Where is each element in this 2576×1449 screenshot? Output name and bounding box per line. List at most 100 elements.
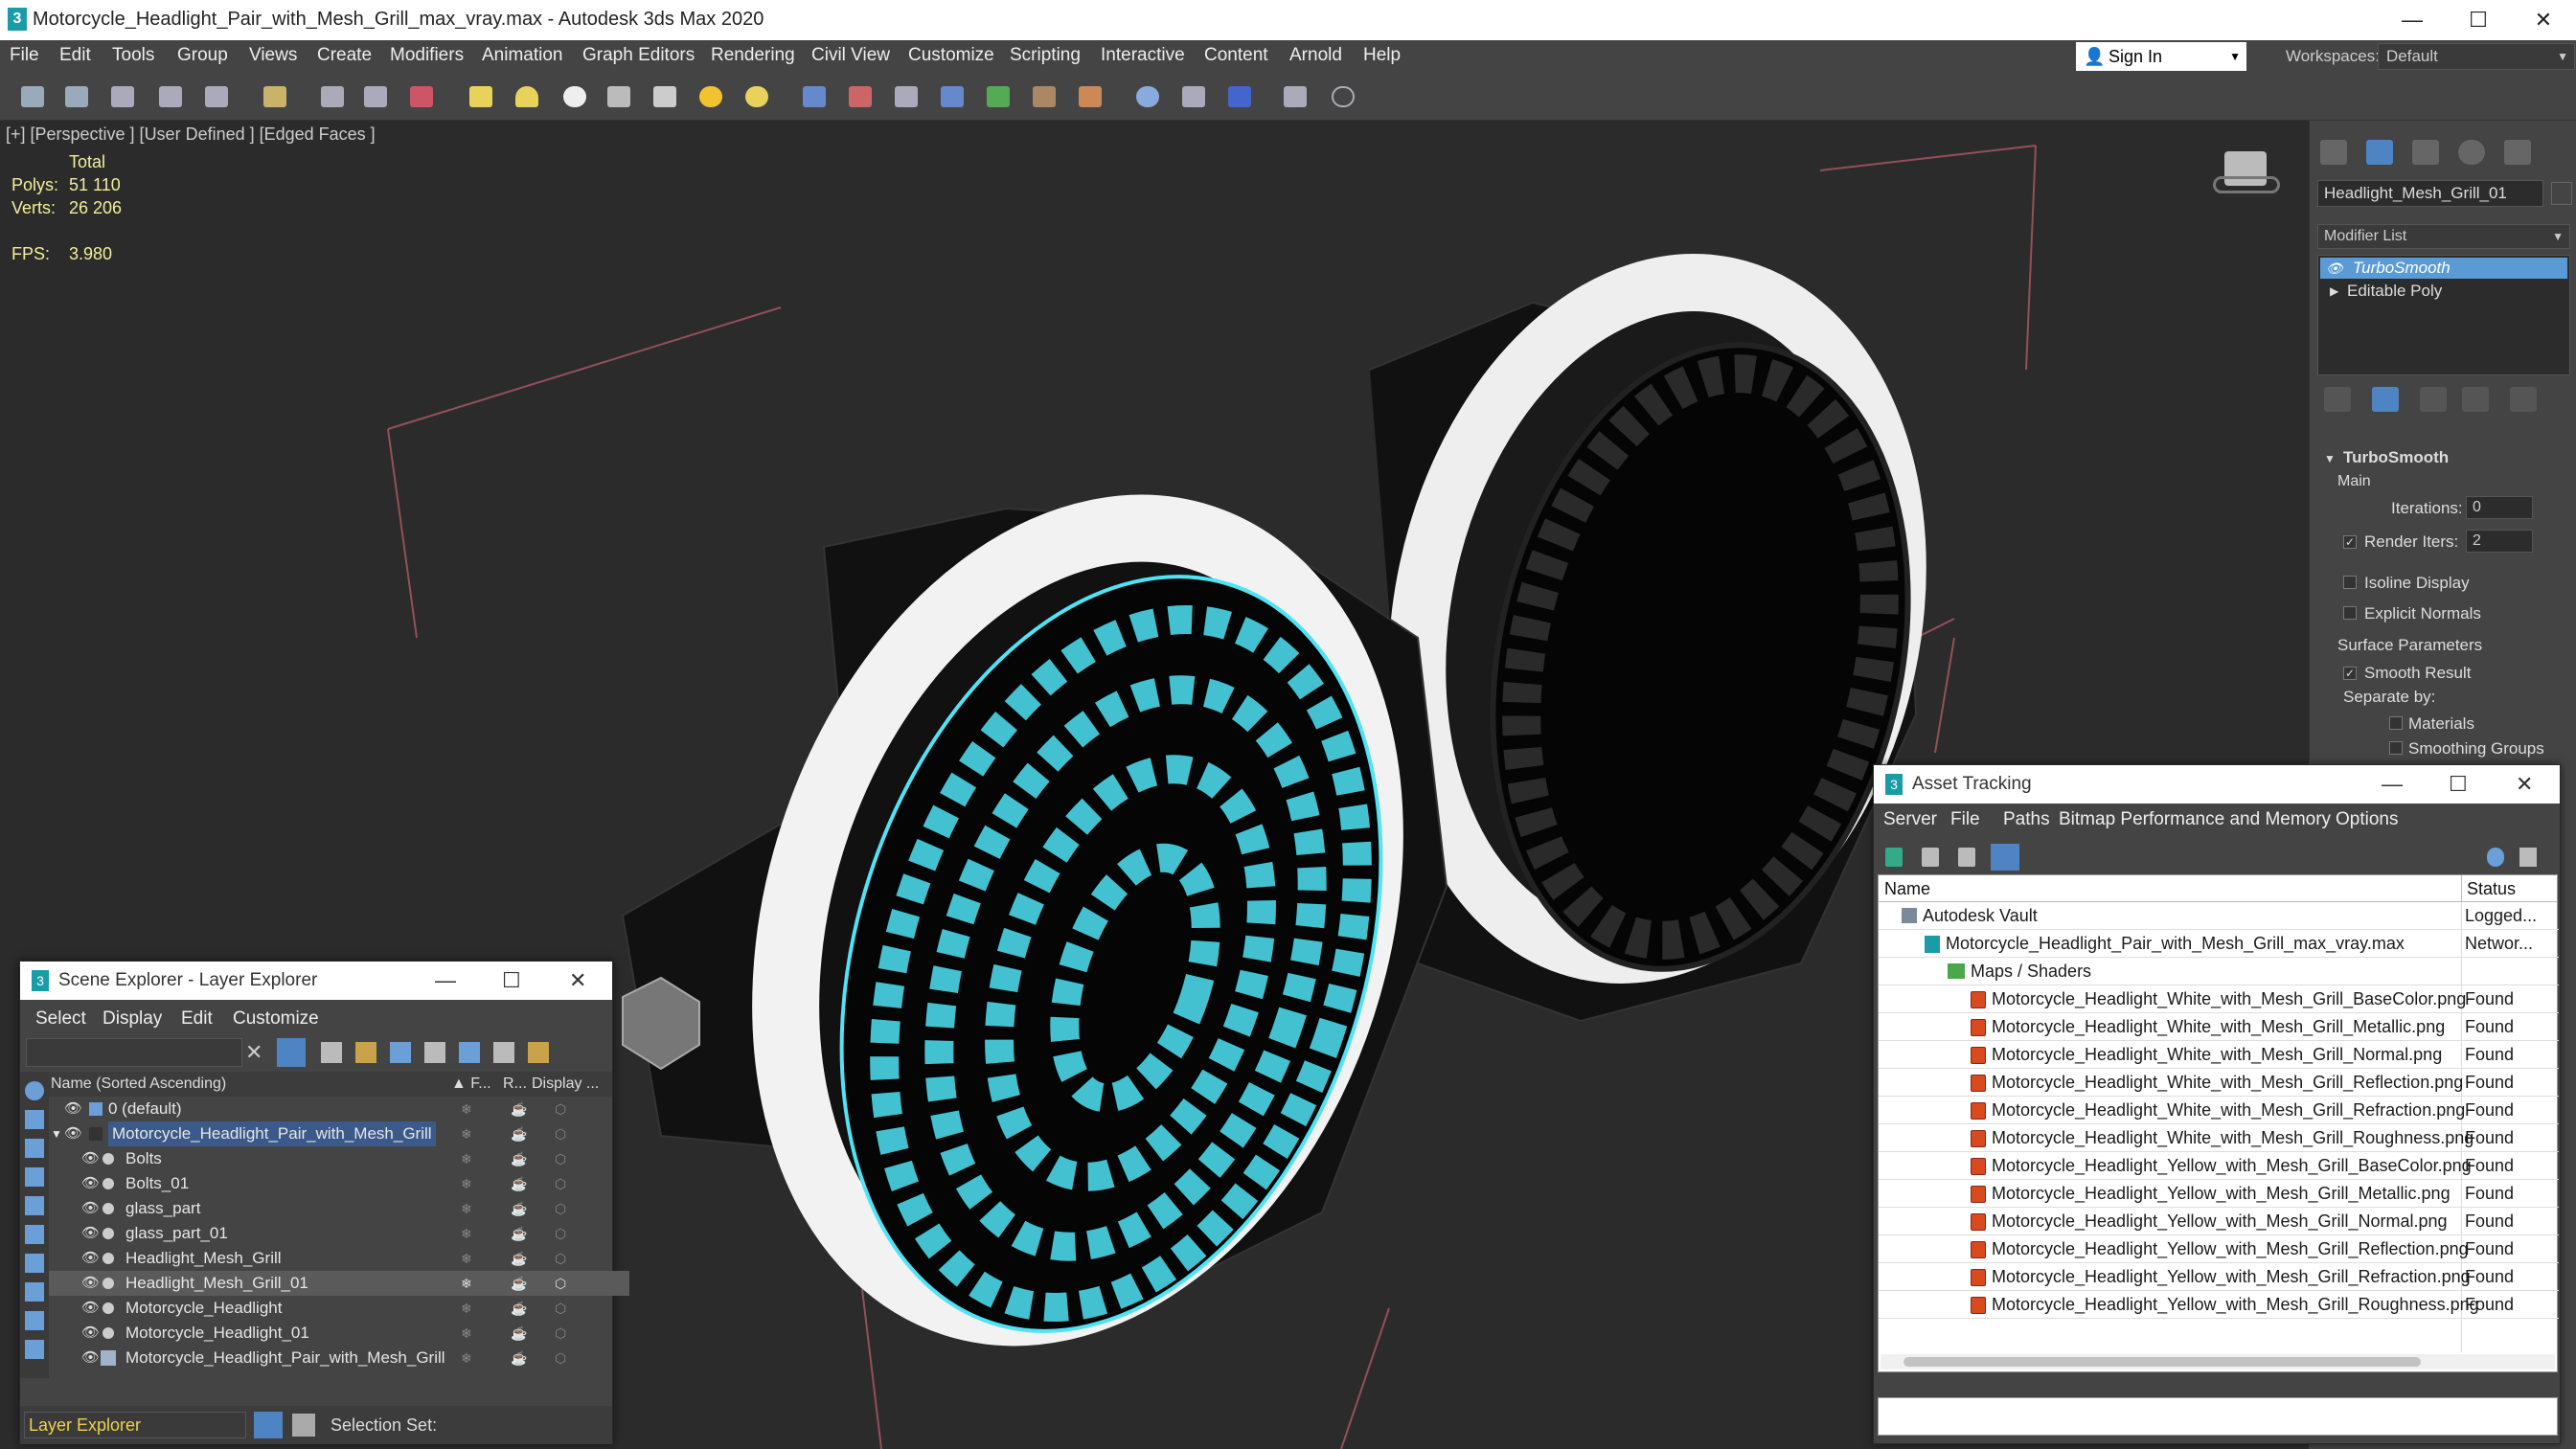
explorer-type-dropdown[interactable]: Layer Explorer [24, 1412, 246, 1438]
display-box-icon[interactable]: ⬡ [555, 1321, 566, 1346]
freeze-icon[interactable]: ❄ [461, 1121, 472, 1146]
scene-manager-icon[interactable] [1284, 86, 1307, 107]
at-menu-file[interactable]: File [1950, 809, 1980, 830]
explicit-normals-checkbox[interactable] [2343, 606, 2357, 620]
configure-sets-icon[interactable] [2510, 387, 2537, 412]
close-button[interactable]: ✕ [2512, 0, 2575, 40]
asset-row-max-file[interactable]: Motorcycle_Headlight_Pair_with_Mesh_Gril… [1879, 930, 2559, 958]
display-cameras-icon[interactable] [25, 1196, 44, 1215]
settings-icon[interactable] [528, 1042, 549, 1063]
object-color-swatch[interactable] [2551, 182, 2572, 205]
eye-icon[interactable]: 👁 [64, 1097, 82, 1121]
display-helpers-icon[interactable] [25, 1225, 44, 1244]
minimize-button[interactable]: — [2381, 0, 2444, 40]
menu-modifiers[interactable]: Modifiers [390, 45, 464, 66]
menu-customize[interactable]: Customize [908, 45, 994, 66]
tree-view-icon[interactable] [1991, 844, 2019, 871]
isoline-checkbox[interactable] [2343, 576, 2357, 589]
create-geosphere-icon[interactable] [563, 86, 586, 107]
menu-help[interactable]: Help [1363, 45, 1401, 66]
layers-icon[interactable] [390, 1042, 411, 1063]
menu-scripting[interactable]: Scripting [1010, 45, 1081, 66]
sx-row-motorcycle-headlight-01[interactable]: 👁 Motorcycle_Headlight_01 ❄ ☕ ⬡ [49, 1321, 629, 1346]
sx-row-headlight-mesh-grill[interactable]: 👁 Headlight_Mesh_Grill ❄ ☕ ⬡ [49, 1246, 629, 1271]
bind-spacewarp-icon[interactable] [205, 86, 228, 107]
at-menu-options[interactable]: Options [2336, 809, 2398, 830]
show-end-result-icon[interactable] [2372, 387, 2399, 412]
freeze-icon[interactable]: ❄ [461, 1196, 472, 1221]
render-icon[interactable]: ☕ [511, 1321, 527, 1346]
highlight-icon[interactable] [493, 1042, 514, 1063]
lock-icon[interactable] [321, 1042, 342, 1063]
render-icon[interactable]: ☕ [511, 1097, 527, 1121]
display-box-icon[interactable]: ⬡ [555, 1121, 566, 1146]
asset-row-maps-shaders[interactable]: Maps / Shaders [1879, 958, 2559, 985]
display-tab-icon[interactable] [2504, 140, 2531, 165]
redo-icon[interactable] [65, 86, 88, 107]
display-xrefs-icon[interactable] [25, 1311, 44, 1330]
maximize-button[interactable]: ☐ [2449, 765, 2468, 804]
remove-modifier-icon[interactable] [2462, 387, 2489, 412]
help-icon[interactable] [1332, 86, 1355, 107]
freeze-icon[interactable]: ❄ [461, 1171, 472, 1196]
display-box-icon[interactable]: ⬡ [555, 1296, 566, 1321]
sx-row-glass-part-01[interactable]: 👁 glass_part_01 ❄ ☕ ⬡ [49, 1221, 629, 1246]
menu-interactive[interactable]: Interactive [1101, 45, 1185, 66]
display-lights-icon[interactable] [25, 1167, 44, 1187]
sx-row-motorcycle-headlight[interactable]: 👁 Motorcycle_Headlight ❄ ☕ ⬡ [49, 1296, 629, 1321]
asset-row-texture[interactable]: Motorcycle_Headlight_Yellow_with_Mesh_Gr… [1879, 1291, 2559, 1319]
stack-item-editable-poly[interactable]: ▶ Editable Poly [2320, 281, 2567, 302]
display-box-icon[interactable]: ⬡ [555, 1097, 566, 1121]
freeze-icon[interactable]: ❄ [461, 1097, 472, 1121]
close-button[interactable]: ✕ [2516, 765, 2533, 804]
modify-tab-icon[interactable] [2366, 140, 2393, 165]
eye-icon[interactable]: 👁 [81, 1346, 100, 1370]
eye-icon[interactable]: 👁 [81, 1321, 100, 1346]
selection-filter-icon[interactable] [263, 86, 286, 107]
unlink-icon[interactable] [159, 86, 182, 107]
layer-stack-icon[interactable] [459, 1042, 480, 1063]
table-view-icon[interactable] [1958, 848, 1975, 867]
geometry-icon[interactable] [941, 86, 964, 107]
sign-in-dropdown[interactable]: 👤 Sign In ▼ [2076, 42, 2246, 71]
sx-row-glass-part[interactable]: 👁 glass_part ❄ ☕ ⬡ [49, 1196, 629, 1221]
freeze-icon[interactable]: ❄ [461, 1246, 472, 1271]
menu-group[interactable]: Group [177, 45, 228, 66]
pin-icon[interactable] [2519, 848, 2537, 867]
display-box-icon[interactable]: ⬡ [555, 1196, 566, 1221]
eye-icon[interactable]: 👁 [81, 1196, 100, 1221]
menu-create[interactable]: Create [317, 45, 372, 66]
smooth-result-checkbox[interactable]: ✓ [2343, 667, 2357, 680]
display-none-icon[interactable] [25, 1081, 44, 1100]
pin-stack-icon[interactable] [2324, 387, 2351, 412]
asset-row-vault[interactable]: Autodesk Vault Logged... [1879, 902, 2559, 930]
eye-icon[interactable]: 👁 [81, 1296, 100, 1321]
maximize-button[interactable]: ☐ [502, 962, 521, 1000]
render-icon[interactable]: ☕ [511, 1296, 527, 1321]
col-name-header[interactable]: Name [1884, 875, 1930, 902]
asset-path-field[interactable] [1878, 1397, 2558, 1436]
particle-icon[interactable] [803, 86, 826, 107]
sx-menu-select[interactable]: Select [35, 1008, 86, 1030]
undo-icon[interactable] [21, 86, 44, 107]
eye-icon[interactable]: 👁 [2326, 258, 2343, 279]
display-groups-icon[interactable] [25, 1282, 44, 1302]
asset-row-texture[interactable]: Motorcycle_Headlight_White_with_Mesh_Gri… [1879, 1097, 2559, 1124]
hierarchy-tab-icon[interactable] [2412, 140, 2439, 165]
asset-row-texture[interactable]: Motorcycle_Headlight_Yellow_with_Mesh_Gr… [1879, 1208, 2559, 1235]
collapse-arrow-icon[interactable]: ▼ [51, 1121, 62, 1146]
link-icon[interactable] [111, 86, 134, 107]
systems-icon[interactable] [895, 86, 918, 107]
freeze-icon[interactable]: ❄ [461, 1346, 472, 1370]
render-icon[interactable]: ☕ [511, 1196, 527, 1221]
display-box-icon[interactable]: ⬡ [555, 1346, 566, 1370]
menu-views[interactable]: Views [249, 45, 297, 66]
display-box-icon[interactable]: ⬡ [555, 1221, 566, 1246]
clear-search-icon[interactable]: ✕ [245, 1040, 262, 1065]
menu-content[interactable]: Content [1204, 45, 1268, 66]
create-sphere-icon[interactable] [515, 86, 538, 107]
help-icon[interactable] [2487, 848, 2504, 867]
asset-row-texture[interactable]: Motorcycle_Headlight_White_with_Mesh_Gri… [1879, 1124, 2559, 1152]
smoothing-groups-checkbox[interactable] [2389, 741, 2403, 755]
create-helper-icon[interactable] [745, 86, 768, 107]
